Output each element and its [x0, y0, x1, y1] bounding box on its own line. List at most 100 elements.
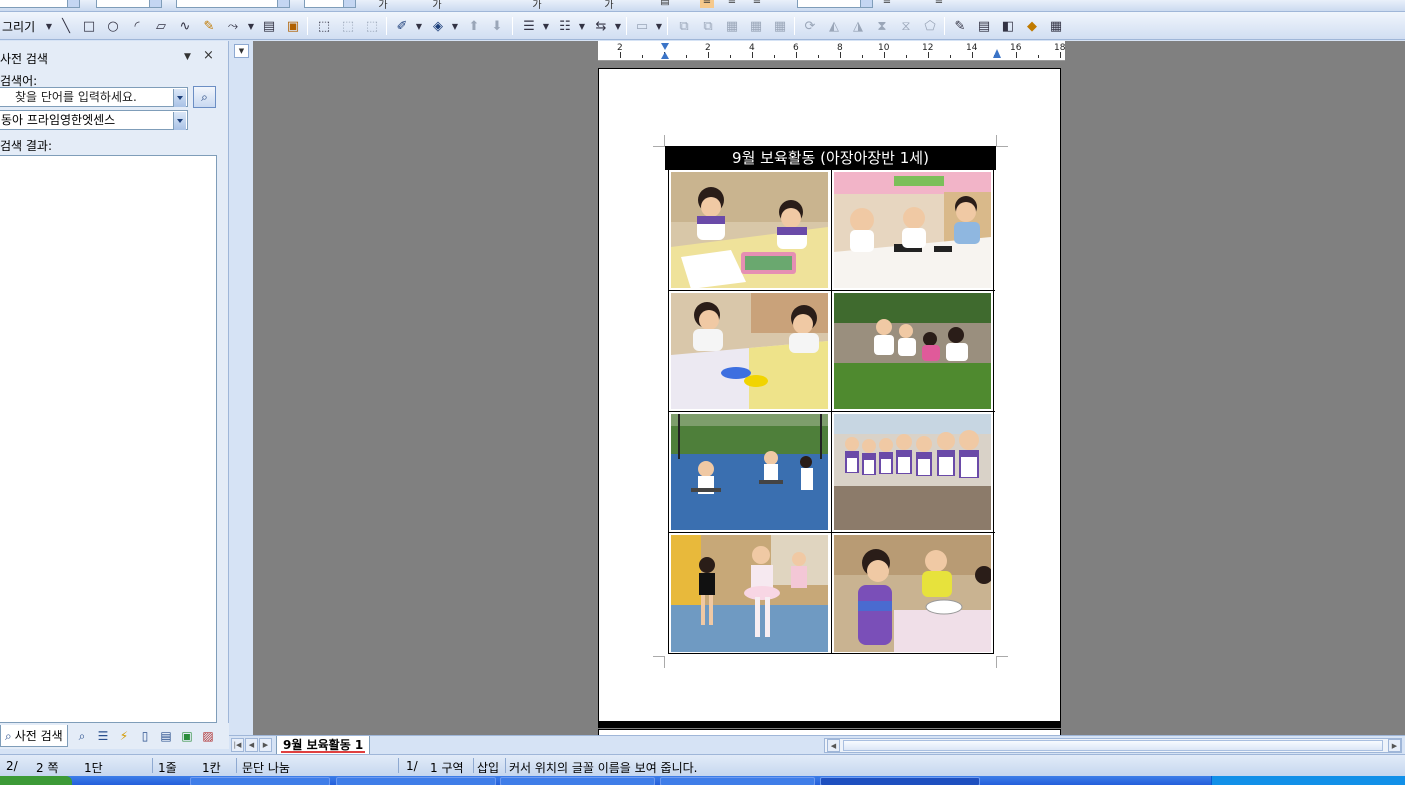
taskbar-item-active[interactable]: [820, 777, 980, 785]
font-size-combo[interactable]: [304, 0, 356, 8]
zoom-combo[interactable]: [797, 0, 873, 8]
bookmark-icon[interactable]: ▯: [136, 727, 154, 745]
ellipse-icon[interactable]: ○: [102, 15, 124, 37]
font-name-combo[interactable]: [176, 0, 290, 8]
photo-cell[interactable]: [669, 412, 832, 533]
taskbar-item[interactable]: [500, 777, 655, 785]
photo[interactable]: [671, 293, 829, 409]
prev-tab-icon[interactable]: ◀: [245, 738, 258, 752]
picture-icon[interactable]: ▣: [282, 15, 304, 37]
rotate-right-icon[interactable]: ◮: [847, 15, 869, 37]
photo-cell[interactable]: [832, 412, 995, 533]
insert-chart-icon[interactable]: ◆: [1021, 15, 1043, 37]
scroll-right-icon[interactable]: ▶: [1388, 739, 1401, 752]
photo[interactable]: [834, 172, 993, 288]
gallery-icon[interactable]: ▣: [178, 727, 196, 745]
shape-format-icon[interactable]: ◧: [997, 15, 1019, 37]
taskbar-item[interactable]: [190, 777, 330, 785]
tab-dictionary-search[interactable]: ⌕ 사전 검색: [0, 725, 68, 747]
search-button[interactable]: ⌕: [193, 86, 216, 108]
distribute-icon[interactable]: ⧉: [697, 15, 719, 37]
status-section[interactable]: 1 구역: [430, 759, 464, 776]
close-icon[interactable]: ×: [203, 48, 214, 63]
same-size-icon[interactable]: ▦: [769, 15, 791, 37]
line-icon[interactable]: ╲: [55, 15, 77, 37]
chevron-down-icon[interactable]: [173, 112, 186, 130]
align-center-icon[interactable]: ≡: [725, 0, 739, 8]
search-history-arrow-icon[interactable]: [173, 89, 186, 107]
edit-points-icon[interactable]: ⬠: [919, 15, 941, 37]
photo-cell[interactable]: [669, 533, 832, 654]
caption-icon[interactable]: ▤: [973, 15, 995, 37]
ungroup-icon[interactable]: ⬚: [361, 15, 383, 37]
panel-splitter[interactable]: ▼: [229, 41, 253, 737]
font-lang-combo[interactable]: [96, 0, 162, 8]
photo-table[interactable]: [668, 169, 995, 654]
group-icon[interactable]: ⬚: [337, 15, 359, 37]
rotate-icon[interactable]: ⟳: [799, 15, 821, 37]
right-indent-marker-icon[interactable]: [993, 49, 1001, 58]
font-color-icon[interactable]: 가: [530, 0, 544, 11]
scrollbar-thumb[interactable]: [843, 740, 1383, 751]
flip-vertical-icon[interactable]: ⧖: [895, 15, 917, 37]
search-results-area[interactable]: [0, 155, 217, 723]
select-object-icon[interactable]: ⬚: [313, 15, 335, 37]
send-back-icon[interactable]: ⬇: [486, 15, 508, 37]
indent-marker-icon[interactable]: [661, 43, 669, 59]
line-spacing-icon[interactable]: ≡: [880, 0, 894, 8]
photo-cell[interactable]: [832, 291, 995, 412]
rotate-left-icon[interactable]: ◭: [823, 15, 845, 37]
panel-menu-icon[interactable]: ▼: [184, 52, 191, 62]
document-page[interactable]: 9월 보육활동 (아장아장반 1세): [598, 68, 1061, 722]
start-button[interactable]: [0, 776, 72, 785]
status-total-pages[interactable]: 2 쪽: [36, 759, 59, 776]
align-right-icon[interactable]: ≡: [750, 0, 764, 8]
photo-cell[interactable]: [669, 170, 832, 291]
dictionary-select[interactable]: 동아 프라임영한엣센스: [0, 110, 188, 130]
superscript-icon[interactable]: 가: [602, 0, 616, 11]
object-properties-icon[interactable]: ✎: [949, 15, 971, 37]
search-input[interactable]: 찾을 단어를 입력하세요.: [0, 87, 188, 107]
status-column-section[interactable]: 1단: [84, 759, 103, 776]
document-title[interactable]: 9월 보육활동 (아장아장반 1세): [665, 146, 996, 170]
collapse-panel-icon[interactable]: ▼: [234, 44, 249, 58]
photo-cell[interactable]: [832, 170, 995, 291]
status-page[interactable]: 2/: [6, 759, 18, 773]
bold-icon[interactable]: 가: [376, 0, 390, 11]
curve-icon[interactable]: ∿: [174, 15, 196, 37]
outline-icon[interactable]: ☰: [94, 727, 112, 745]
textbox-icon[interactable]: ▤: [258, 15, 280, 37]
photo[interactable]: [671, 535, 829, 652]
arc-icon[interactable]: ◜: [126, 15, 148, 37]
align-left-icon[interactable]: ≡: [700, 0, 714, 8]
photo[interactable]: [671, 414, 829, 530]
horizontal-scrollbar[interactable]: ◀ ▶: [824, 738, 1402, 753]
status-insert-mode[interactable]: 삽입: [477, 759, 499, 776]
style-icon[interactable]: ▨: [199, 727, 217, 745]
photo-cell[interactable]: [669, 291, 832, 412]
same-width-icon[interactable]: ▦: [721, 15, 743, 37]
taskbar-item[interactable]: [660, 777, 815, 785]
same-height-icon[interactable]: ▦: [745, 15, 767, 37]
flip-horizontal-icon[interactable]: ⧗: [871, 15, 893, 37]
italic-icon[interactable]: 가: [430, 0, 444, 11]
photo-cell[interactable]: [832, 533, 995, 654]
table-icon[interactable]: ▤: [157, 727, 175, 745]
photo[interactable]: [834, 535, 993, 652]
drawing-menu[interactable]: 그리기: [2, 18, 35, 35]
pencil-icon[interactable]: ✎: [198, 15, 220, 37]
first-tab-icon[interactable]: |◀: [231, 738, 244, 752]
horizontal-ruler[interactable]: 2 2 4 6 8 10 12 14 16 18: [598, 41, 1065, 61]
quick-icon[interactable]: ⚡: [115, 727, 133, 745]
tab-document[interactable]: 9월 보육활동 1: [276, 736, 371, 755]
next-tab-icon[interactable]: ▶: [259, 738, 272, 752]
numbering-icon[interactable]: ≡: [932, 0, 946, 8]
find-icon[interactable]: ⌕: [73, 727, 91, 745]
highlight-icon[interactable]: ▤: [658, 0, 672, 8]
status-paragraph[interactable]: 문단 나눔: [242, 759, 290, 776]
photo[interactable]: [834, 414, 993, 530]
bring-front-icon[interactable]: ⬆: [463, 15, 485, 37]
polygon-icon[interactable]: ▱: [150, 15, 172, 37]
rectangle-icon[interactable]: □: [78, 15, 100, 37]
status-line[interactable]: 1줄: [158, 759, 177, 776]
